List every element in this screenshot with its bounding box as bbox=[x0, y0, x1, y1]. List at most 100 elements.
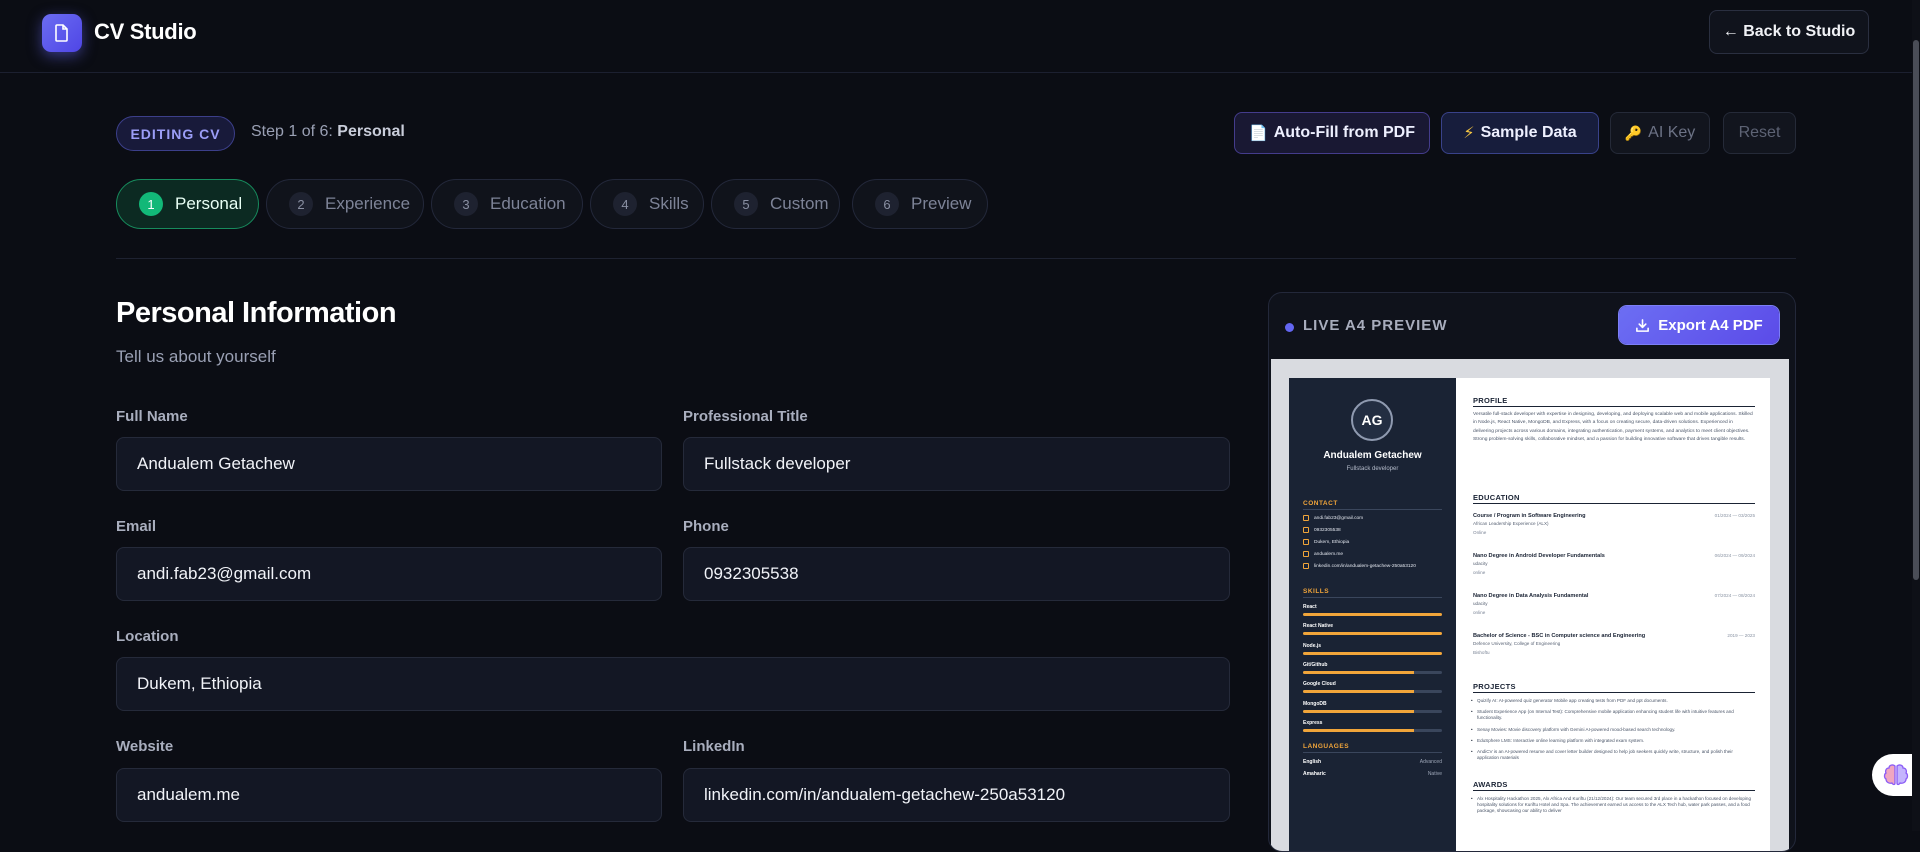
cv-contact-text: Dukem, Ethiopia bbox=[1314, 539, 1350, 545]
cv-skill-name: React Native bbox=[1303, 623, 1334, 630]
cv-education-date: 2019 — 2023 bbox=[1727, 633, 1755, 638]
ai-key-button[interactable]: 🔑 AI Key bbox=[1610, 112, 1710, 154]
cv-education-school: udacity bbox=[1473, 601, 1488, 606]
cv-skills-heading: SKILLS bbox=[1303, 588, 1330, 595]
location-input[interactable]: Dukem, Ethiopia bbox=[116, 657, 1230, 711]
cv-education-item: Nano Degree in Data Analysis Fundamental… bbox=[1473, 593, 1755, 615]
cv-rule bbox=[1473, 692, 1755, 693]
website-input[interactable]: andualem.me bbox=[116, 768, 662, 822]
cv-education-school: udacity bbox=[1473, 561, 1488, 566]
autofill-pdf-button[interactable]: 📄 Auto-Fill from PDF bbox=[1234, 112, 1430, 154]
scrollbar-thumb[interactable] bbox=[1913, 40, 1919, 580]
step-number: 3 bbox=[454, 192, 478, 216]
email-input[interactable]: andi.fab23@gmail.com bbox=[116, 547, 662, 601]
cv-contact-item: andi.fab23@gmail.com bbox=[1303, 515, 1363, 521]
cv-contact-heading: CONTACT bbox=[1303, 500, 1338, 507]
cv-skill-row: Node.js bbox=[1303, 643, 1442, 655]
cv-contact-item: andualem.me bbox=[1303, 551, 1343, 557]
tab-preview[interactable]: 6 Preview bbox=[852, 179, 988, 229]
cv-profile-text: Versatile full-stack developer with expe… bbox=[1473, 412, 1753, 442]
tab-custom[interactable]: 5 Custom bbox=[711, 179, 840, 229]
cv-language-row: English Advanced bbox=[1303, 759, 1442, 765]
step-number: 6 bbox=[875, 192, 899, 216]
ai-key-label: AI Key bbox=[1648, 124, 1696, 141]
cv-skill-row: React bbox=[1303, 604, 1442, 616]
cv-rule bbox=[1473, 790, 1755, 791]
step-indicator: Step 1 of 6: Personal bbox=[251, 123, 405, 141]
location-icon bbox=[1303, 539, 1309, 545]
cv-language-name: Amaharic bbox=[1303, 771, 1326, 777]
cv-education-item: Bachelor of Science - BSC in Computer sc… bbox=[1473, 633, 1755, 655]
back-to-studio-button[interactable]: ← Back to Studio bbox=[1709, 10, 1869, 54]
cv-education-date: 07/2024 — 08/2024 bbox=[1714, 593, 1755, 598]
section-title: Personal Information bbox=[116, 297, 397, 329]
page-scrollbar[interactable] bbox=[1912, 0, 1920, 831]
linkedin-input[interactable]: linkedin.com/in/andualem-getachew-250a53… bbox=[683, 768, 1230, 822]
cv-education-heading: EDUCATION bbox=[1473, 493, 1520, 502]
cv-skill-bar-fill bbox=[1303, 651, 1442, 655]
cv-skill-name: Google Cloud bbox=[1303, 681, 1336, 688]
mail-icon bbox=[1303, 515, 1309, 521]
cv-skill-bar bbox=[1303, 632, 1442, 636]
cv-projects-heading: PROJECTS bbox=[1473, 682, 1516, 691]
cv-education-title: Bachelor of Science - BSC in Computer sc… bbox=[1473, 633, 1646, 639]
sample-data-button[interactable]: ⚡ Sample Data bbox=[1441, 112, 1599, 154]
cv-education-school: African Leadership Experience (ALX) bbox=[1473, 521, 1549, 526]
step-label: Experience bbox=[325, 194, 411, 213]
professional-title-input[interactable]: Fullstack developer bbox=[683, 437, 1230, 491]
tab-education[interactable]: 3 Education bbox=[431, 179, 583, 229]
cv-contact-text: andualem.me bbox=[1314, 551, 1344, 557]
cv-rule bbox=[1473, 406, 1755, 407]
reset-button[interactable]: Reset bbox=[1723, 112, 1796, 154]
globe-icon bbox=[1303, 551, 1309, 557]
cv-education-title: Nano Degree in Data Analysis Fundamental bbox=[1473, 593, 1589, 599]
document-icon bbox=[55, 24, 68, 42]
phone-input[interactable]: 0932305538 bbox=[683, 547, 1230, 601]
step-current: Personal bbox=[337, 123, 405, 140]
preview-title: LIVE A4 PREVIEW bbox=[1303, 317, 1448, 334]
cv-language-row: Amaharic Native bbox=[1303, 771, 1442, 777]
cv-education-mode: online bbox=[1473, 610, 1486, 615]
cv-skill-bar bbox=[1303, 709, 1442, 713]
tab-experience[interactable]: 2 Experience bbox=[266, 179, 424, 229]
cv-education-mode: Bishoftu bbox=[1473, 650, 1490, 655]
cv-rule bbox=[1303, 509, 1442, 510]
step-prefix: Step 1 of 6: bbox=[251, 123, 338, 140]
cv-role: Fullstack developer bbox=[1346, 466, 1399, 472]
cv-languages-heading: LANGUAGES bbox=[1303, 743, 1350, 750]
app-logo[interactable] bbox=[42, 14, 82, 52]
section-subtitle: Tell us about yourself bbox=[116, 347, 276, 366]
location-label: Location bbox=[116, 628, 179, 645]
cv-skill-row: Express bbox=[1303, 720, 1442, 732]
step-label: Skills bbox=[649, 194, 689, 213]
tab-personal[interactable]: 1 Personal bbox=[116, 179, 259, 229]
cv-skill-bar bbox=[1303, 690, 1442, 694]
cv-language-level: Advanced bbox=[1419, 759, 1442, 765]
professional-title-label: Professional Title bbox=[683, 408, 808, 425]
lightning-icon: ⚡ bbox=[1463, 125, 1475, 142]
cv-award-item: Alx Hospitality Hackathon 2025, Alx Afri… bbox=[1471, 796, 1755, 813]
cv-skill-row: Git/Github bbox=[1303, 662, 1442, 674]
cv-avatar: AG bbox=[1351, 399, 1393, 441]
cv-language-name: English bbox=[1303, 759, 1322, 765]
cv-skill-name: MongoDB bbox=[1303, 700, 1327, 707]
email-label: Email bbox=[116, 518, 157, 535]
preview-canvas[interactable]: AG Andualem Getachew Fullstack developer… bbox=[1271, 359, 1789, 851]
cv-project-item: AndiCV is an AI-powered resume and cover… bbox=[1471, 749, 1755, 761]
step-number: 1 bbox=[139, 192, 163, 216]
export-pdf-button[interactable]: Export A4 PDF bbox=[1619, 306, 1779, 344]
cv-skill-bar bbox=[1303, 670, 1442, 674]
a4-page: AG Andualem Getachew Fullstack developer… bbox=[1289, 378, 1770, 851]
cv-rule bbox=[1303, 597, 1442, 598]
key-icon: 🔑 bbox=[1624, 124, 1643, 141]
cv-language-level: Native bbox=[1427, 771, 1442, 777]
cv-name: Andualem Getachew bbox=[1323, 450, 1422, 461]
cv-skill-bar-fill bbox=[1303, 709, 1415, 713]
tab-skills[interactable]: 4 Skills bbox=[590, 179, 704, 229]
cv-education-date: 01/2024 — 03/2025 bbox=[1714, 513, 1755, 518]
step-number: 5 bbox=[734, 192, 758, 216]
cv-skill-bar bbox=[1303, 613, 1442, 616]
full-name-input[interactable]: Andualem Getachew bbox=[116, 437, 662, 491]
live-dot-icon bbox=[1285, 323, 1294, 332]
cv-skill-row: React Native bbox=[1303, 623, 1442, 636]
